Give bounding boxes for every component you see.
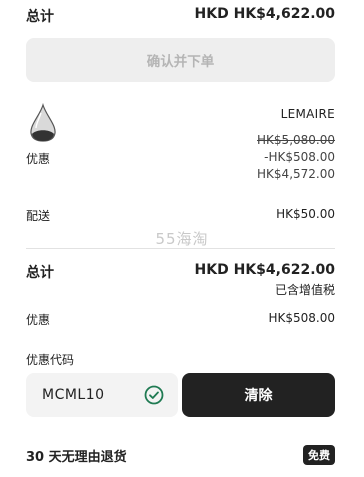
product-thumbnail xyxy=(30,103,56,142)
watermark: 55海淘 xyxy=(155,230,209,248)
discount-label: 优惠 xyxy=(26,313,51,327)
clear-promo-button[interactable]: 清除 xyxy=(182,373,335,417)
check-circle-icon xyxy=(144,385,164,405)
summary-total-row: 总计 HKD HK$4,622.00 xyxy=(26,6,335,26)
shipping-row: 配送 HK$50.00 xyxy=(26,207,335,224)
total-label: 总计 xyxy=(26,265,54,281)
promo-code-label: 优惠代码 xyxy=(26,353,75,367)
item-discount-label: 优惠 xyxy=(26,152,51,166)
tax-note: 已含增值税 xyxy=(274,283,335,297)
item-discount-value: -HK$508.00 xyxy=(264,150,335,164)
divider xyxy=(26,248,335,249)
shipping-value: HK$50.00 xyxy=(276,207,335,221)
total-row: 总计 HKD HK$4,622.00 xyxy=(26,262,335,282)
discount-value: HK$508.00 xyxy=(268,311,335,325)
summary-total-value: HKD HK$4,622.00 xyxy=(194,6,335,22)
summary-total-label: 总计 xyxy=(26,9,54,25)
item-final-price: HK$4,572.00 xyxy=(257,167,335,181)
confirm-order-button[interactable]: 确认并下单 xyxy=(26,38,335,82)
free-badge: 免费 xyxy=(303,445,335,465)
shipping-label: 配送 xyxy=(26,209,51,223)
item-original-price: HK$5,080.00 xyxy=(257,133,335,147)
total-value: HKD HK$4,622.00 xyxy=(194,262,335,278)
discount-row: 优惠 HK$508.00 xyxy=(26,311,335,328)
returns-policy-label: 30 天无理由退货 xyxy=(26,450,127,465)
promo-code-field[interactable]: MCML10 xyxy=(26,373,178,417)
promo-code-value: MCML10 xyxy=(42,387,105,403)
product-brand: LEMAIRE xyxy=(280,107,335,121)
